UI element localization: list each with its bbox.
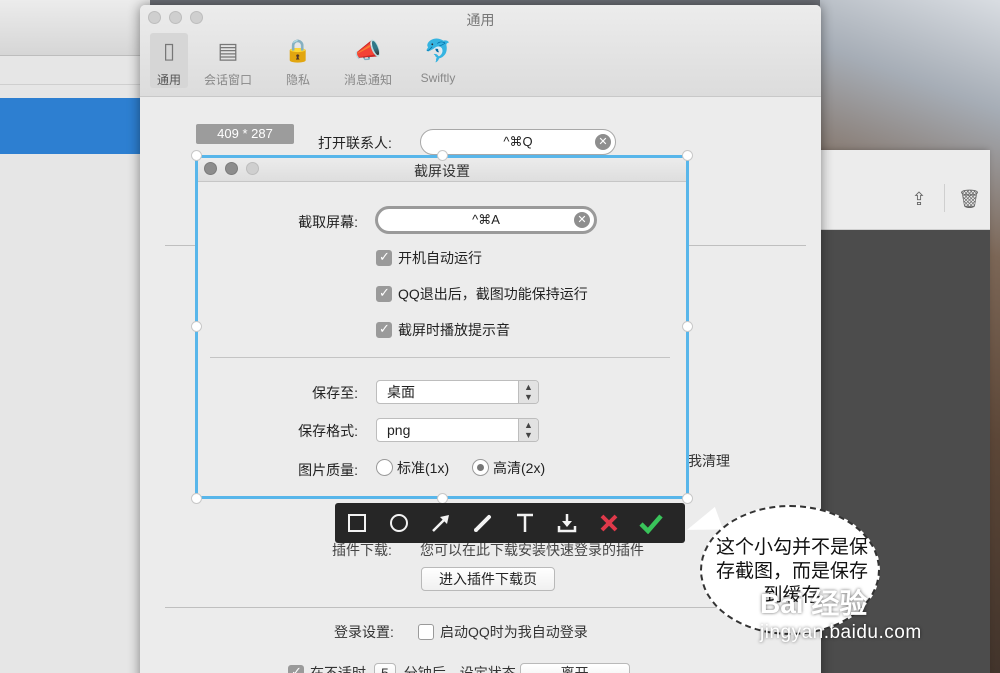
resize-handle-left[interactable] xyxy=(191,321,202,332)
watermark-logo: Bai 经验 xyxy=(760,588,868,619)
plugin-download-label: 插件下载: xyxy=(332,542,392,558)
tab-label: Swiftly xyxy=(420,71,456,85)
cancel-icon[interactable] xyxy=(589,503,629,543)
dialog-title: 截屏设置 xyxy=(414,163,470,179)
watermark: Bai 经验 jingyan.baidu.com xyxy=(760,582,990,662)
truncated-option-text: 我清理 xyxy=(688,453,730,469)
keep-running-option[interactable]: QQ退出后，截图功能保持运行 xyxy=(376,284,588,304)
text-icon[interactable] xyxy=(505,503,545,543)
select-value: png xyxy=(387,422,411,438)
divider xyxy=(165,607,806,608)
tab-notifications[interactable]: 📣 消息通知 xyxy=(338,33,398,88)
selection-size-badge: 409 * 287 xyxy=(196,124,294,144)
chevron-updown-icon: ▲ ▼ xyxy=(518,419,538,441)
keep-running-checkbox[interactable] xyxy=(376,285,392,302)
resize-handle-top-left[interactable] xyxy=(191,150,202,161)
preferences-titlebar: 通用 ▯ 通用 ▤ 会话窗口 🔒 隐私 📣 消息通知 🐬 Swiftly xyxy=(140,5,821,97)
dialog-titlebar: 截屏设置 xyxy=(198,158,686,182)
open-contacts-label: 打开联系人: xyxy=(318,135,392,151)
window-title: 通用 xyxy=(466,12,495,28)
resize-handle-bottom-right[interactable] xyxy=(682,493,693,504)
dolphin-icon: 🐬 xyxy=(424,38,452,63)
resize-handle-right[interactable] xyxy=(682,321,693,332)
tab-chat-window[interactable]: ▤ 会话窗口 xyxy=(198,33,258,88)
background-window-left xyxy=(0,0,150,673)
trash-icon[interactable]: 🗑 xyxy=(958,188,981,210)
status-select[interactable]: 离开 xyxy=(519,663,630,673)
play-sound-option[interactable]: 截屏时播放提示音 xyxy=(376,320,510,340)
image-quality-label: 图片质量: xyxy=(298,462,358,478)
save-to-label: 保存至: xyxy=(312,385,358,401)
save-format-select[interactable]: png ▲ ▼ xyxy=(376,418,539,442)
login-settings-label: 登录设置: xyxy=(334,624,394,640)
screenshot-settings-dialog: 截屏设置 截取屏幕: ^⌘A ✕ 开机自动运行 QQ退出后，截图功能保持运行 截… xyxy=(198,158,686,496)
rectangle-icon[interactable] xyxy=(337,503,377,543)
selected-list-row xyxy=(0,98,150,154)
resize-handle-top[interactable] xyxy=(437,150,448,161)
resize-handle-bottom-left[interactable] xyxy=(191,493,202,504)
auto-login-option[interactable]: 启动QQ时为我自动登录 xyxy=(418,622,588,642)
tab-label: 隐私 xyxy=(285,73,310,87)
plugin-download-desc: 您可以在此下载安装快速登录的插件 xyxy=(420,542,644,558)
tab-label: 会话窗口 xyxy=(203,73,252,87)
minutes-stepper[interactable]: 5 xyxy=(373,663,396,673)
download-icon[interactable] xyxy=(547,503,587,543)
capture-shortcut-field[interactable]: ^⌘A ✕ xyxy=(375,206,597,234)
capture-toolbar xyxy=(335,503,685,543)
checkbox-label: 开机自动运行 xyxy=(398,250,482,266)
window-icon: ▤ xyxy=(217,38,239,63)
share-icon[interactable]: ⇪ xyxy=(908,188,930,210)
tab-general[interactable]: ▯ 通用 xyxy=(150,33,188,88)
capture-screen-label: 截取屏幕: xyxy=(298,214,358,230)
play-sound-checkbox[interactable] xyxy=(376,321,392,338)
radio-label: 标准(1x) xyxy=(397,460,450,476)
quality-hd-radio[interactable] xyxy=(472,459,489,476)
tab-label: 通用 xyxy=(156,73,181,87)
checkbox-label: 启动QQ时为我自动登录 xyxy=(440,624,588,640)
tab-privacy[interactable]: 🔒 隐私 xyxy=(268,33,328,88)
ellipse-icon[interactable] xyxy=(379,503,419,543)
divider xyxy=(0,84,150,85)
divider xyxy=(210,357,670,358)
plugin-download-button[interactable]: 进入插件下载页 xyxy=(421,567,555,591)
confirm-icon[interactable] xyxy=(631,503,671,543)
tab-swiftly[interactable]: 🐬 Swiftly xyxy=(408,33,468,88)
watermark-url: jingyan.baidu.com xyxy=(760,622,922,643)
clear-icon[interactable]: ✕ xyxy=(574,212,590,228)
shortcut-value: ^⌘Q xyxy=(503,134,533,149)
preferences-tabs: ▯ 通用 ▤ 会话窗口 🔒 隐私 📣 消息通知 🐬 Swiftly xyxy=(150,33,468,88)
quality-standard-radio[interactable] xyxy=(376,459,393,476)
megaphone-icon: 📣 xyxy=(354,38,382,63)
brush-icon[interactable] xyxy=(463,503,503,543)
quality-standard-option[interactable]: 标准(1x) xyxy=(376,458,449,478)
radio-label: 高清(2x) xyxy=(493,460,546,476)
select-value: 桌面 xyxy=(387,384,415,400)
auto-start-checkbox[interactable] xyxy=(376,249,392,266)
resize-handle-top-right[interactable] xyxy=(682,150,693,161)
shortcut-value: ^⌘A xyxy=(472,212,500,227)
arrow-icon[interactable] xyxy=(421,503,461,543)
phone-icon: ▯ xyxy=(162,38,176,63)
save-format-label: 保存格式: xyxy=(298,423,358,439)
background-toolbar: ⇪ 🗑 xyxy=(820,150,990,230)
away-option[interactable]: 在不适时 5 分钟后，设定状态 离开 xyxy=(288,663,630,673)
open-contacts-shortcut-field[interactable]: ^⌘Q ✕ xyxy=(420,129,616,155)
away-checkbox[interactable] xyxy=(288,664,304,673)
minutes-suffix: 分钟后，设定状态 xyxy=(403,665,516,673)
background-window-titlebar xyxy=(0,0,150,56)
tab-label: 消息通知 xyxy=(343,73,392,87)
lock-icon: 🔒 xyxy=(284,38,312,63)
quality-hd-option[interactable]: 高清(2x) xyxy=(472,458,545,478)
auto-start-option[interactable]: 开机自动运行 xyxy=(376,248,482,268)
checkbox-label: QQ退出后，截图功能保持运行 xyxy=(398,286,588,302)
divider xyxy=(944,184,945,212)
checkbox-label: 截屏时播放提示音 xyxy=(398,322,510,338)
save-to-select[interactable]: 桌面 ▲ ▼ xyxy=(376,380,539,404)
clear-icon[interactable]: ✕ xyxy=(595,134,611,150)
checkbox-label: 在不适时 xyxy=(310,665,366,673)
chevron-updown-icon: ▲ ▼ xyxy=(518,381,538,403)
auto-login-checkbox[interactable] xyxy=(418,624,434,640)
capture-selection-frame[interactable]: 截屏设置 截取屏幕: ^⌘A ✕ 开机自动运行 QQ退出后，截图功能保持运行 截… xyxy=(195,155,689,499)
